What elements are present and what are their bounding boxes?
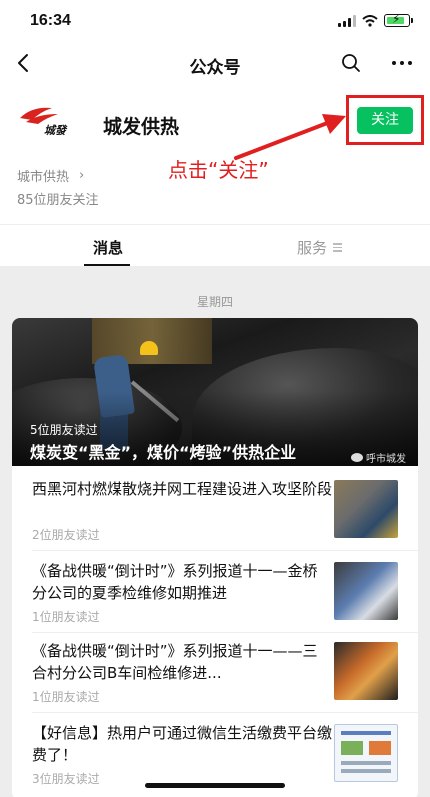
- menu-lines-icon: [333, 243, 343, 252]
- article-thumbnail: [334, 642, 398, 700]
- nav-bar: 公众号: [0, 44, 430, 84]
- category-label: 城市供热: [17, 170, 70, 185]
- status-icons: ⚡: [338, 12, 413, 27]
- search-icon[interactable]: [340, 52, 362, 74]
- status-time: 16:34: [30, 12, 71, 29]
- follow-button[interactable]: 关注: [357, 107, 413, 134]
- article-title: 西黑河村燃煤散烧并网工程建设进入攻坚阶段: [32, 480, 333, 498]
- article-title: 《备战供暖“倒计时”》系列报道十一—金桥分公司的夏季检维修如期推进: [32, 562, 318, 602]
- account-category[interactable]: 城市供热 ›: [17, 166, 84, 185]
- article-thumbnail: [334, 724, 398, 782]
- tab-services[interactable]: 服务: [297, 237, 343, 258]
- article-card: 5位朋友读过 煤炭变“黑金”，煤价“烤验”供热企业 呼市城发 西黑河村燃煤散烧并…: [12, 318, 418, 797]
- list-item[interactable]: 西黑河村燃煤散烧并网工程建设进入攻坚阶段 2位朋友读过: [32, 478, 418, 558]
- article-reads: 1位朋友读过: [32, 610, 100, 624]
- svg-text:城發: 城發: [44, 124, 68, 137]
- featured-article[interactable]: 5位朋友读过 煤炭变“黑金”，煤价“烤验”供热企业 呼市城发: [12, 318, 418, 466]
- list-item[interactable]: 《备战供暖“倒计时”》系列报道十一——三合村分公司B车间检维修进... 1位朋友…: [32, 640, 418, 720]
- article-title: 【好信息】热用户可通过微信生活缴费平台缴费了！: [32, 724, 333, 764]
- date-label: 星期四: [196, 295, 233, 309]
- featured-source-label: 呼市城发: [366, 454, 406, 465]
- account-profile: 城發 城发供热 关注 点击“关注” 城市供热 › 85位朋友关注 消息 服务: [0, 84, 430, 266]
- wifi-icon: [362, 14, 378, 27]
- more-icon[interactable]: [392, 61, 412, 65]
- account-name: 城发供热: [103, 116, 180, 138]
- article-reads: 3位朋友读过: [32, 772, 100, 786]
- home-indicator: [145, 783, 285, 788]
- signal-icon: [338, 14, 356, 27]
- status-bar: 16:34 ⚡: [0, 0, 430, 44]
- page-title: 公众号: [189, 58, 241, 78]
- chevron-right-icon: ›: [79, 168, 85, 183]
- featured-title: 煤炭变“黑金”，煤价“烤验”供热企业: [30, 443, 297, 462]
- featured-reads: 5位朋友读过: [30, 423, 98, 437]
- account-logo: 城發: [20, 107, 68, 137]
- featured-source: 呼市城发: [351, 450, 406, 465]
- wechat-icon: [351, 453, 363, 462]
- article-thumbnail: [334, 562, 398, 620]
- tab-bar: 消息 服务: [0, 224, 430, 266]
- friends-following: 85位朋友关注: [17, 193, 99, 208]
- follow-highlight: 关注: [346, 95, 424, 145]
- article-reads: 1位朋友读过: [32, 690, 100, 704]
- tab-active-indicator: [84, 264, 130, 266]
- article-thumbnail: [334, 480, 398, 538]
- list-item[interactable]: 《备战供暖“倒计时”》系列报道十一—金桥分公司的夏季检维修如期推进 1位朋友读过: [32, 560, 418, 640]
- article-reads: 2位朋友读过: [32, 528, 100, 542]
- annotation-text: 点击“关注”: [168, 158, 269, 182]
- article-title: 《备战供暖“倒计时”》系列报道十一——三合村分公司B车间检维修进...: [32, 642, 318, 682]
- tab-services-label: 服务: [297, 239, 328, 257]
- tab-messages[interactable]: 消息: [86, 237, 130, 258]
- battery-icon: ⚡: [384, 12, 413, 27]
